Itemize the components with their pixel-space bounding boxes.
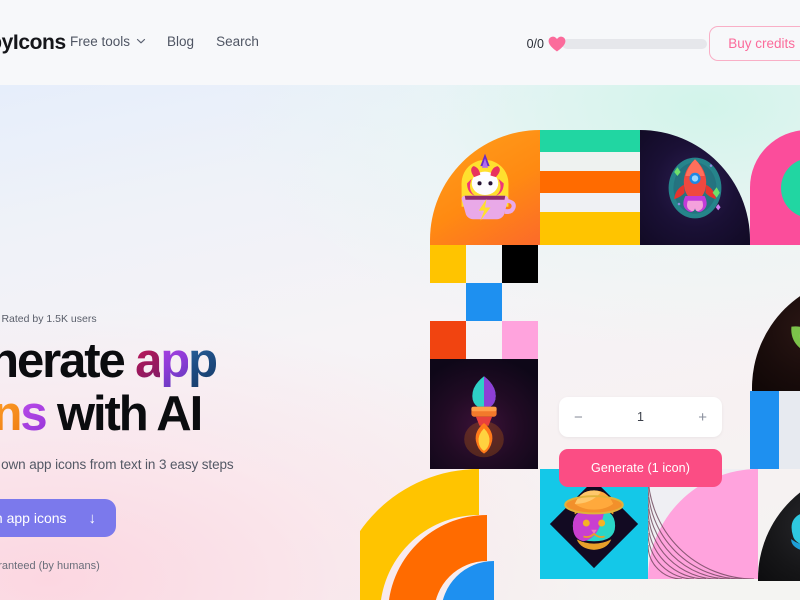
nav-label-blog: Blog: [167, 34, 195, 49]
headline-with-ai: with AI: [45, 387, 203, 442]
site-header: AppyIcons Free tools Blog Search 0/0 Buy…: [0, 0, 800, 85]
rocket-space-icon[interactable]: [640, 130, 750, 245]
green-blob-icon[interactable]: [758, 469, 800, 581]
icon-showcase-grid: [360, 130, 800, 600]
heart-icon: [547, 35, 567, 53]
headline-word-generate: Generate: [0, 334, 126, 388]
chevron-down-icon: [136, 36, 146, 45]
rating-text: Rated by 1.5K users: [1, 313, 97, 325]
headline-line1: Generate app: [0, 334, 218, 388]
credits-indicator: 0/0: [527, 35, 707, 53]
cta-label: Create your own app icons: [0, 510, 67, 526]
headline-char-p1: p: [160, 334, 190, 388]
headline-char-n: n: [0, 387, 22, 441]
unicorn-teacup-icon[interactable]: [430, 130, 540, 245]
site-logo[interactable]: AppyIcons: [0, 31, 66, 55]
pink-donut-shape: [750, 130, 800, 245]
nav-item-blog[interactable]: Blog: [167, 34, 194, 49]
rocket-launch-icon[interactable]: [430, 359, 538, 469]
nav-item-free-tools[interactable]: Free tools: [70, 34, 146, 49]
rainbow-arc-shape: [360, 469, 540, 600]
rating-badge: ◆ Rated by 1.5K users: [0, 313, 97, 325]
guarantee-text: Satisfaction guaranteed (by humans): [0, 560, 100, 572]
swatch-yellow: [430, 245, 466, 283]
headline-line2: icons with AI: [0, 387, 216, 442]
create-icons-cta-button[interactable]: Create your own app icons ↓: [0, 499, 117, 537]
buy-credits-button[interactable]: Buy credits: [709, 26, 800, 61]
icon-generator-panel: − 1 + Generate (1 icon): [559, 397, 722, 487]
increment-button[interactable]: +: [698, 410, 707, 425]
swatch-orange: [430, 321, 466, 359]
generate-button[interactable]: Generate (1 icon): [559, 449, 722, 487]
page-title: Generate app icons with AI: [0, 334, 218, 442]
arrow-down-icon: ↓: [88, 509, 97, 527]
swatch-black: [502, 245, 538, 283]
nav-item-search[interactable]: Search: [216, 34, 259, 49]
stripes-tile: [540, 130, 640, 245]
decrement-button[interactable]: −: [574, 410, 583, 425]
credits-progress-bar: [562, 39, 707, 49]
swatch-blue: [466, 283, 502, 321]
headline-char-p2: p: [188, 334, 218, 388]
nav-label-search: Search: [216, 34, 259, 49]
main-navigation: Free tools Blog Search: [70, 34, 259, 49]
credits-count: 0/0: [526, 37, 544, 51]
headline-char-a: a: [135, 334, 162, 388]
quantity-stepper: − 1 +: [559, 397, 722, 437]
nav-label-free-tools: Free tools: [70, 34, 131, 49]
hero-section: ◆ Rated by 1.5K users Generate app icons…: [0, 85, 800, 600]
leaf-flame-icon[interactable]: [752, 276, 800, 391]
quantity-value: 1: [637, 410, 644, 424]
headline-char-s: s: [20, 387, 47, 442]
vertical-stripes-tile: [750, 391, 800, 469]
hero-subtitle: Create your own app icons from text in 3…: [0, 457, 234, 472]
swatch-pink: [502, 321, 538, 359]
